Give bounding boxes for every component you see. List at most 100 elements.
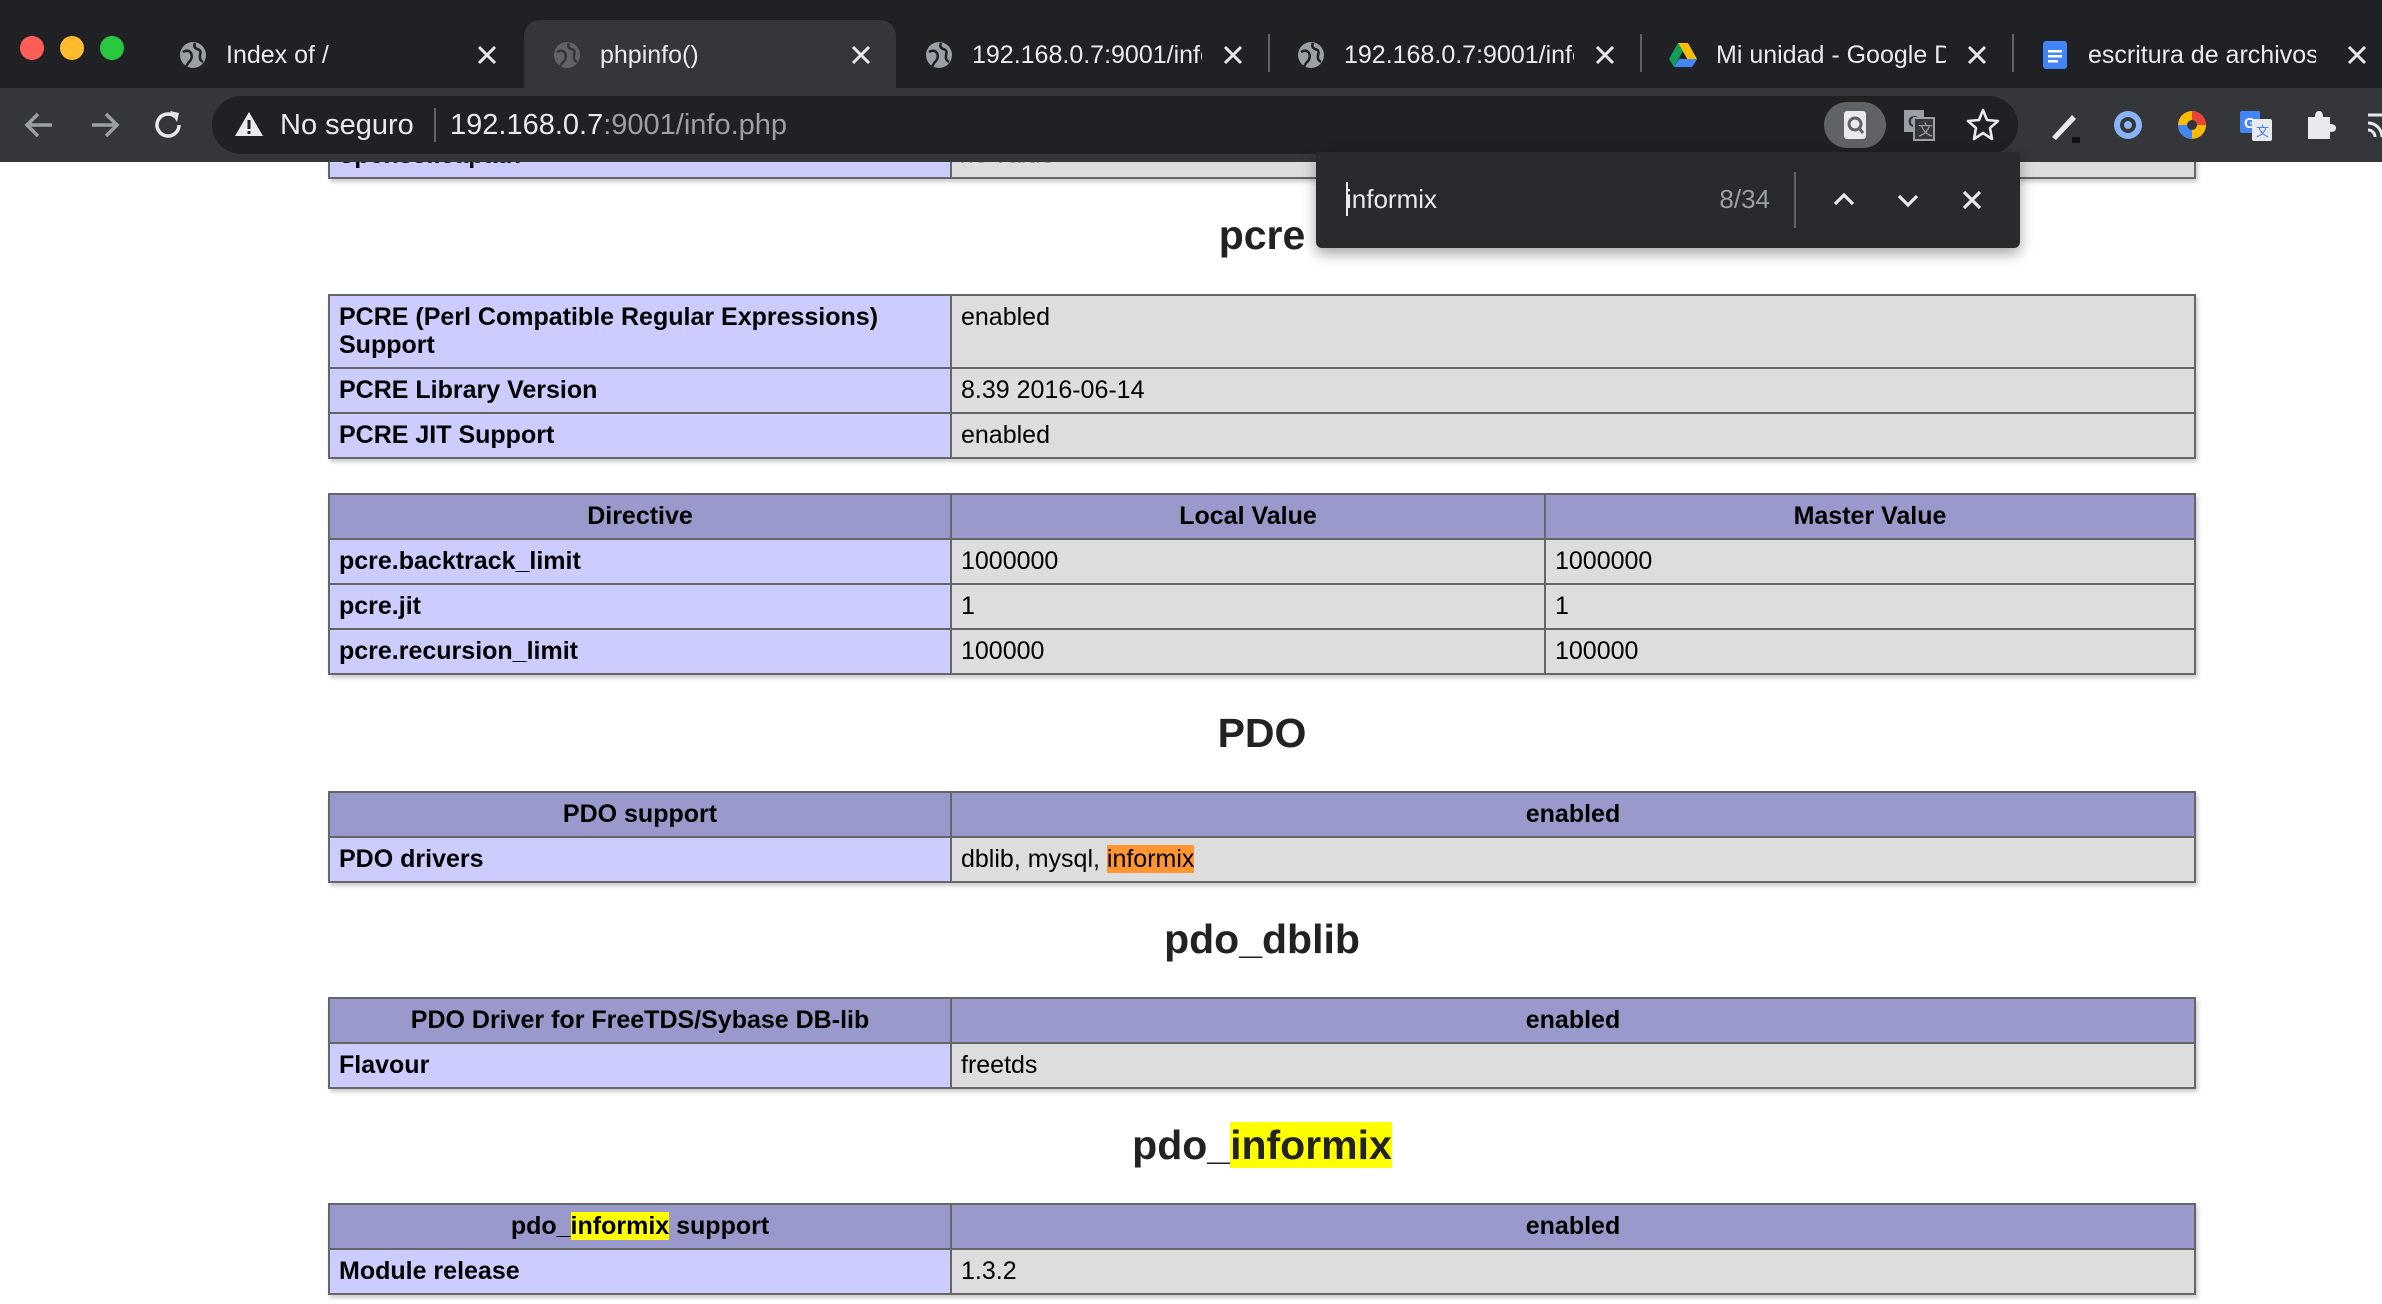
close-icon[interactable] <box>1964 42 1990 68</box>
chevron-up-icon[interactable] <box>1824 180 1864 220</box>
find-in-page-button[interactable] <box>1824 102 1886 148</box>
star-icon <box>1966 108 2000 141</box>
table-header-row: pdo_informix support enabled <box>328 1203 2196 1250</box>
setting-value: 8.39 2016-06-14 <box>950 367 2196 414</box>
find-input[interactable]: informix <box>1346 182 1437 216</box>
tab-google-docs[interactable]: escritura de archivos <box>2012 20 2382 88</box>
svg-text:文: 文 <box>2256 124 2269 139</box>
chevron-down-icon[interactable] <box>1888 180 1928 220</box>
setting-value: enabled <box>950 412 2196 459</box>
pdo-informix-table: pdo_informix support enabled Module rele… <box>328 1203 2196 1295</box>
table-row: pcre.backtrack_limit 1000000 1000000 <box>328 538 2196 585</box>
window-maximize-button[interactable] <box>100 36 124 60</box>
column-header-local: Local Value <box>950 493 1546 540</box>
table-row: PCRE Library Version 8.39 2016-06-14 <box>328 367 2196 414</box>
setting-name: PCRE (Perl Compatible Regular Expression… <box>328 294 952 369</box>
module-heading-pdo-informix: pdo_informix <box>328 1120 2196 1170</box>
tab-info-php-2[interactable]: 192.168.0.7:9001/info.php <box>1268 20 1640 88</box>
close-icon[interactable] <box>848 42 874 68</box>
close-icon[interactable] <box>1592 42 1618 68</box>
tab-title: phpinfo() <box>600 41 699 69</box>
globe-icon <box>180 42 206 68</box>
colorful-extension-icon[interactable] <box>2172 105 2212 145</box>
close-icon[interactable] <box>1220 42 1246 68</box>
flavour-value: freetds <box>950 1042 2196 1089</box>
table-row: Module release 1.3.2 <box>328 1248 2196 1295</box>
tab-title: 192.168.0.7:9001/info.php <box>972 41 1202 69</box>
find-page-icon <box>1844 111 1866 139</box>
translate-icon: G文 <box>1904 110 1935 141</box>
table-row: pcre.jit 1 1 <box>328 583 2196 630</box>
pen-extension-icon[interactable] <box>2044 105 2084 145</box>
pdo-drivers-label: PDO drivers <box>328 836 952 883</box>
support-suffix: support <box>669 1212 770 1240</box>
module-heading-pdo-dblib: pdo_dblib <box>1164 916 1360 962</box>
find-bar: informix 8/34 <box>1316 152 2020 248</box>
browser-toolbar: No seguro 192.168.0.7:9001/info.php G文 G… <box>0 88 2382 162</box>
directive-name: pcre.backtrack_limit <box>328 538 952 585</box>
security-status[interactable]: No seguro <box>280 108 414 142</box>
circle-extension-icon[interactable] <box>2108 105 2148 145</box>
heading-prefix: pdo_ <box>1132 1122 1231 1168</box>
flavour-label: Flavour <box>328 1042 952 1089</box>
master-value: 1 <box>1544 583 2196 630</box>
google-docs-icon <box>2043 41 2067 69</box>
close-icon[interactable] <box>474 42 500 68</box>
table-row: PCRE JIT Support enabled <box>328 412 2196 459</box>
translate-button[interactable]: G文 <box>1888 102 1950 148</box>
close-find-icon[interactable] <box>1952 180 1992 220</box>
address-bar[interactable]: No seguro 192.168.0.7:9001/info.php G文 <box>212 96 2018 154</box>
omnibox-divider <box>434 108 436 142</box>
google-translate-icon[interactable]: G文 <box>2236 105 2276 145</box>
pdo-support-value: enabled <box>950 791 2196 838</box>
svg-text:文: 文 <box>1918 122 1933 139</box>
pdo-support-label: PDO support <box>328 791 952 838</box>
find-divider <box>1794 172 1796 228</box>
puzzle-extensions-icon[interactable] <box>2300 105 2340 145</box>
cast-icon[interactable] <box>2364 105 2382 145</box>
informix-support-value: enabled <box>950 1203 2196 1250</box>
tab-title: Mi unidad - Google Drive <box>1716 41 1946 69</box>
pdo-table: PDO support enabled PDO drivers dblib, m… <box>328 791 2196 883</box>
reload-icon[interactable] <box>148 105 188 145</box>
table-header-row: Directive Local Value Master Value <box>328 493 2196 540</box>
directive-name: pcre.recursion_limit <box>328 628 952 675</box>
table-row: Flavour freetds <box>328 1042 2196 1089</box>
table-row: PCRE (Perl Compatible Regular Expression… <box>328 294 2196 369</box>
tab-phpinfo[interactable]: phpinfo() <box>524 20 896 88</box>
globe-icon <box>1298 42 1324 68</box>
close-icon[interactable] <box>2344 42 2370 68</box>
tab-google-drive[interactable]: Mi unidad - Google Drive <box>1640 20 2012 88</box>
forward-arrow-icon[interactable] <box>84 105 124 145</box>
tab-strip: Index of / phpinfo() 192.168.0.7:9001/in… <box>0 0 2382 88</box>
setting-name: PCRE JIT Support <box>328 412 952 459</box>
column-header-master: Master Value <box>1544 493 2196 540</box>
search-match: informix <box>570 1212 670 1240</box>
globe-icon <box>554 42 580 68</box>
table-row: pcre.recursion_limit 100000 100000 <box>328 628 2196 675</box>
dblib-support-label: PDO Driver for FreeTDS/Sybase DB-lib <box>328 997 952 1044</box>
dblib-support-value: enabled <box>950 997 2196 1044</box>
url-host: 192.168.0.7 <box>450 109 604 141</box>
master-value: 100000 <box>1544 628 2196 675</box>
table-row: PDO drivers dblib, mysql, informix <box>328 836 2196 883</box>
window-minimize-button[interactable] <box>60 36 84 60</box>
master-value: 1000000 <box>1544 538 2196 585</box>
local-value: 1 <box>950 583 1546 630</box>
pcre-info-table: PCRE (Perl Compatible Regular Expression… <box>328 294 2196 459</box>
search-match: informix <box>1230 1122 1392 1168</box>
back-arrow-icon[interactable] <box>20 105 60 145</box>
url-text[interactable]: 192.168.0.7:9001/info.php <box>450 108 787 142</box>
tab-index-of[interactable]: Index of / <box>150 20 522 88</box>
column-header-directive: Directive <box>328 493 952 540</box>
current-search-match: informix <box>1106 845 1195 873</box>
directive-name: openssl.capath <box>328 162 952 179</box>
warning-triangle-icon[interactable] <box>234 110 264 138</box>
directive-name: pcre.jit <box>328 583 952 630</box>
bookmark-button[interactable] <box>1952 102 2014 148</box>
window-close-button[interactable] <box>20 36 44 60</box>
tab-info-php-1[interactable]: 192.168.0.7:9001/info.php <box>896 20 1268 88</box>
tab-title: escritura de archivos <box>2088 41 2316 69</box>
setting-name: PCRE Library Version <box>328 367 952 414</box>
setting-value: enabled <box>950 294 2196 369</box>
